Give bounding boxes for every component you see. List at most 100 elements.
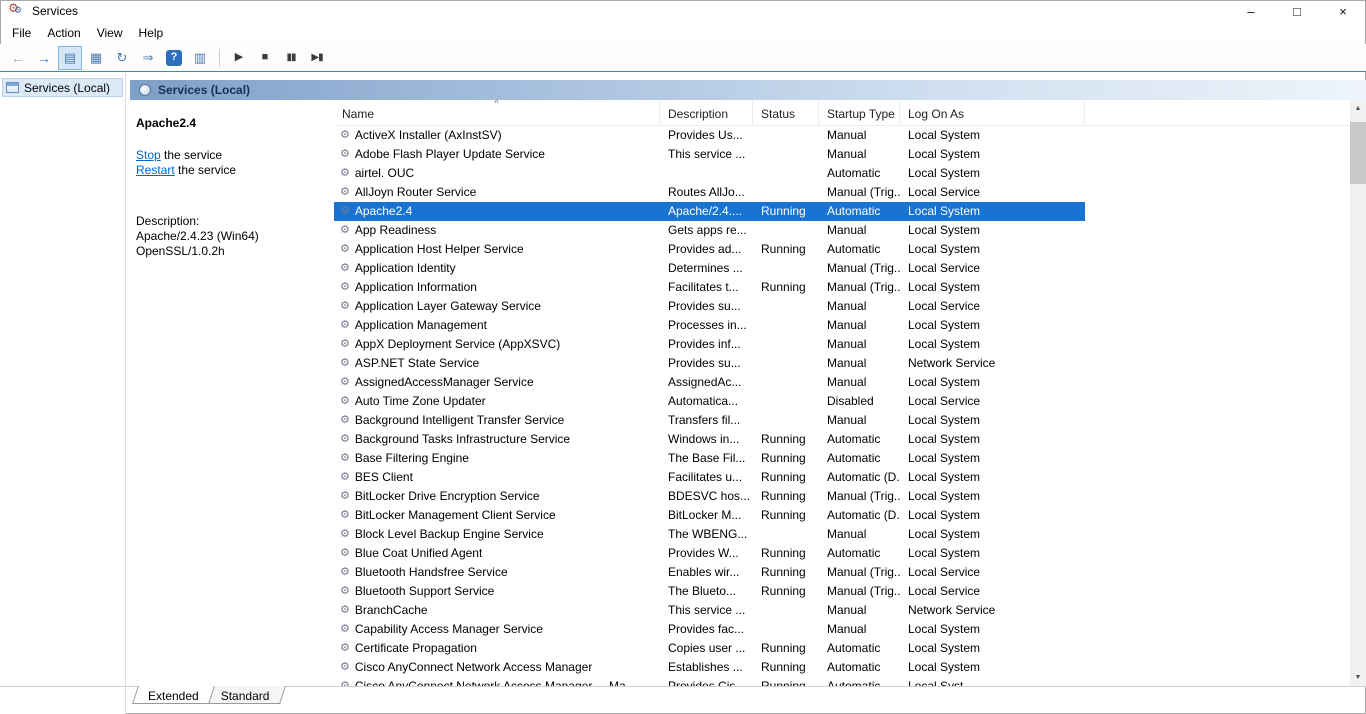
service-logon-cell: Local System — [900, 449, 1085, 468]
export-list-icon: ⇒ — [143, 51, 154, 64]
show-action-pane-button[interactable]: ▥ — [188, 46, 212, 70]
column-header-description[interactable]: Description — [660, 100, 753, 125]
service-status-cell: Running — [753, 449, 819, 468]
table-row[interactable]: ⚙Bluetooth Support Service The Blueto...… — [334, 582, 1085, 601]
column-header-startup-type[interactable]: Startup Type — [819, 100, 900, 125]
table-row[interactable]: ⚙Adobe Flash Player Update Service This … — [334, 145, 1085, 164]
vertical-scrollbar[interactable]: ▲ ▼ — [1350, 100, 1366, 686]
table-row[interactable]: ⚙Auto Time Zone Updater Automatica... Di… — [334, 392, 1085, 411]
stop-service-button[interactable]: ■ — [253, 46, 277, 70]
column-header-name[interactable]: Name^ — [334, 100, 660, 125]
table-row[interactable]: ⚙AppX Deployment Service (AppXSVC) Provi… — [334, 335, 1085, 354]
service-logon-cell: Local System — [900, 506, 1085, 525]
table-row[interactable]: ⚙Background Intelligent Transfer Service… — [334, 411, 1085, 430]
table-row[interactable]: ⚙Application Management Processes in... … — [334, 316, 1085, 335]
service-name-cell: ⚙AssignedAccessManager Service — [334, 373, 660, 392]
table-row[interactable]: ⚙Application Identity Determines ... Man… — [334, 259, 1085, 278]
table-row[interactable]: ⚙Certificate Propagation Copies user ...… — [334, 639, 1085, 658]
table-row[interactable]: ⚙Application Layer Gateway Service Provi… — [334, 297, 1085, 316]
table-row[interactable]: ⚙Blue Coat Unified Agent Provides W... R… — [334, 544, 1085, 563]
extended-panel: Apache2.4 Stop the service Restart the s… — [130, 100, 334, 686]
table-row[interactable]: ⚙Apache2.4 Apache/2.4.... Running Automa… — [334, 202, 1085, 221]
help-button[interactable]: ? — [162, 46, 186, 70]
table-row[interactable]: ⚙Bluetooth Handsfree Service Enables wir… — [334, 563, 1085, 582]
table-row[interactable]: ⚙BranchCache This service ... Manual Net… — [334, 601, 1085, 620]
stop-service-link[interactable]: Stop — [136, 148, 161, 162]
show-console-tree-button[interactable]: ▤ — [58, 46, 82, 70]
description-line2: OpenSSL/1.0.2h — [136, 244, 324, 259]
tab-standard[interactable]: Standard — [207, 686, 284, 705]
table-row[interactable]: ⚙ActiveX Installer (AxInstSV) Provides U… — [334, 126, 1085, 145]
restart-service-button[interactable]: ▶▮ — [305, 46, 329, 70]
service-logon-cell: Local System — [900, 487, 1085, 506]
minimize-button[interactable]: – — [1228, 0, 1274, 22]
start-service-button[interactable]: ▶ — [227, 46, 251, 70]
close-button[interactable]: × — [1320, 0, 1366, 22]
scrollbar-thumb[interactable] — [1350, 122, 1366, 184]
toolbar-separator — [219, 49, 220, 67]
service-gear-icon: ⚙ — [340, 339, 350, 350]
service-startup-cell: Manual — [819, 601, 900, 620]
table-row[interactable]: ⚙AssignedAccessManager Service AssignedA… — [334, 373, 1085, 392]
table-row[interactable]: ⚙Cisco AnyConnect Network Access Manager… — [334, 677, 1085, 686]
column-header-label: Name — [342, 107, 374, 121]
back-button[interactable]: ← — [6, 46, 30, 70]
services-list: Name^DescriptionStatusStartup TypeLog On… — [334, 100, 1350, 686]
service-startup-cell: Automatic (D... — [819, 506, 900, 525]
properties-button[interactable]: ▦ — [84, 46, 108, 70]
table-row[interactable]: ⚙Cisco AnyConnect Network Access Manager… — [334, 658, 1085, 677]
service-description-cell: AssignedAc... — [660, 373, 753, 392]
service-startup-cell: Manual — [819, 126, 900, 145]
menu-help[interactable]: Help — [131, 22, 172, 44]
service-name-cell: ⚙airtel. OUC — [334, 164, 660, 183]
restart-service-link[interactable]: Restart — [136, 163, 175, 177]
service-logon-cell: Local Syst... — [900, 677, 1085, 686]
maximize-button[interactable]: □ — [1274, 0, 1320, 22]
service-gear-icon: ⚙ — [340, 244, 350, 255]
table-row[interactable]: ⚙AllJoyn Router Service Routes AllJo... … — [334, 183, 1085, 202]
table-row[interactable]: ⚙ASP.NET State Service Provides su... Ma… — [334, 354, 1085, 373]
table-row[interactable]: ⚙Base Filtering Engine The Base Fil... R… — [334, 449, 1085, 468]
service-logon-cell: Local System — [900, 373, 1085, 392]
refresh-button[interactable]: ↻ — [110, 46, 134, 70]
main-area: Services (Local) Services (Local) Apache… — [0, 72, 1366, 714]
table-row[interactable]: ⚙Application Host Helper Service Provide… — [334, 240, 1085, 259]
service-status-cell — [753, 297, 819, 316]
table-row[interactable]: ⚙Capability Access Manager Service Provi… — [334, 620, 1085, 639]
service-startup-cell: Manual — [819, 620, 900, 639]
console-tree-icon: ▤ — [64, 51, 76, 64]
console-icon — [139, 84, 151, 96]
table-row[interactable]: ⚙BES Client Facilitates u... Running Aut… — [334, 468, 1085, 487]
menu-file[interactable]: File — [4, 22, 39, 44]
column-header-log-on-as[interactable]: Log On As — [900, 100, 1085, 125]
tree-item-services-local[interactable]: Services (Local) — [2, 78, 123, 97]
table-row[interactable]: ⚙airtel. OUC Automatic Local System — [334, 164, 1085, 183]
column-header-filler — [1085, 100, 1350, 125]
table-row[interactable]: ⚙BitLocker Management Client Service Bit… — [334, 506, 1085, 525]
scroll-down-button[interactable]: ▼ — [1350, 669, 1366, 686]
forward-button[interactable]: → — [32, 46, 56, 70]
service-startup-cell: Manual — [819, 411, 900, 430]
refresh-icon: ↻ — [117, 51, 128, 64]
service-gear-icon: ⚙ — [340, 301, 350, 312]
table-row[interactable]: ⚙App Readiness Gets apps re... Manual Lo… — [334, 221, 1085, 240]
table-row[interactable]: ⚙Application Information Facilitates t..… — [334, 278, 1085, 297]
pause-service-button[interactable]: ▮▮ — [279, 46, 303, 70]
table-row[interactable]: ⚙Background Tasks Infrastructure Service… — [334, 430, 1085, 449]
menu-view[interactable]: View — [89, 22, 131, 44]
table-row[interactable]: ⚙BitLocker Drive Encryption Service BDES… — [334, 487, 1085, 506]
menu-action[interactable]: Action — [39, 22, 88, 44]
table-row[interactable]: ⚙Block Level Backup Engine Service The W… — [334, 525, 1085, 544]
export-list-button[interactable]: ⇒ — [136, 46, 160, 70]
tab-extended[interactable]: Extended — [134, 686, 213, 705]
service-status-cell — [753, 316, 819, 335]
service-name-cell: ⚙AllJoyn Router Service — [334, 183, 660, 202]
service-logon-cell: Local Service — [900, 259, 1085, 278]
scroll-up-button[interactable]: ▲ — [1350, 100, 1366, 117]
service-name-cell: ⚙Application Host Helper Service — [334, 240, 660, 259]
column-header-status[interactable]: Status — [753, 100, 819, 125]
service-description-cell: Provides ad... — [660, 240, 753, 259]
services-app-icon: ⚙⚙ — [8, 3, 24, 19]
service-status-cell — [753, 373, 819, 392]
service-name-cell: ⚙Application Information — [334, 278, 660, 297]
